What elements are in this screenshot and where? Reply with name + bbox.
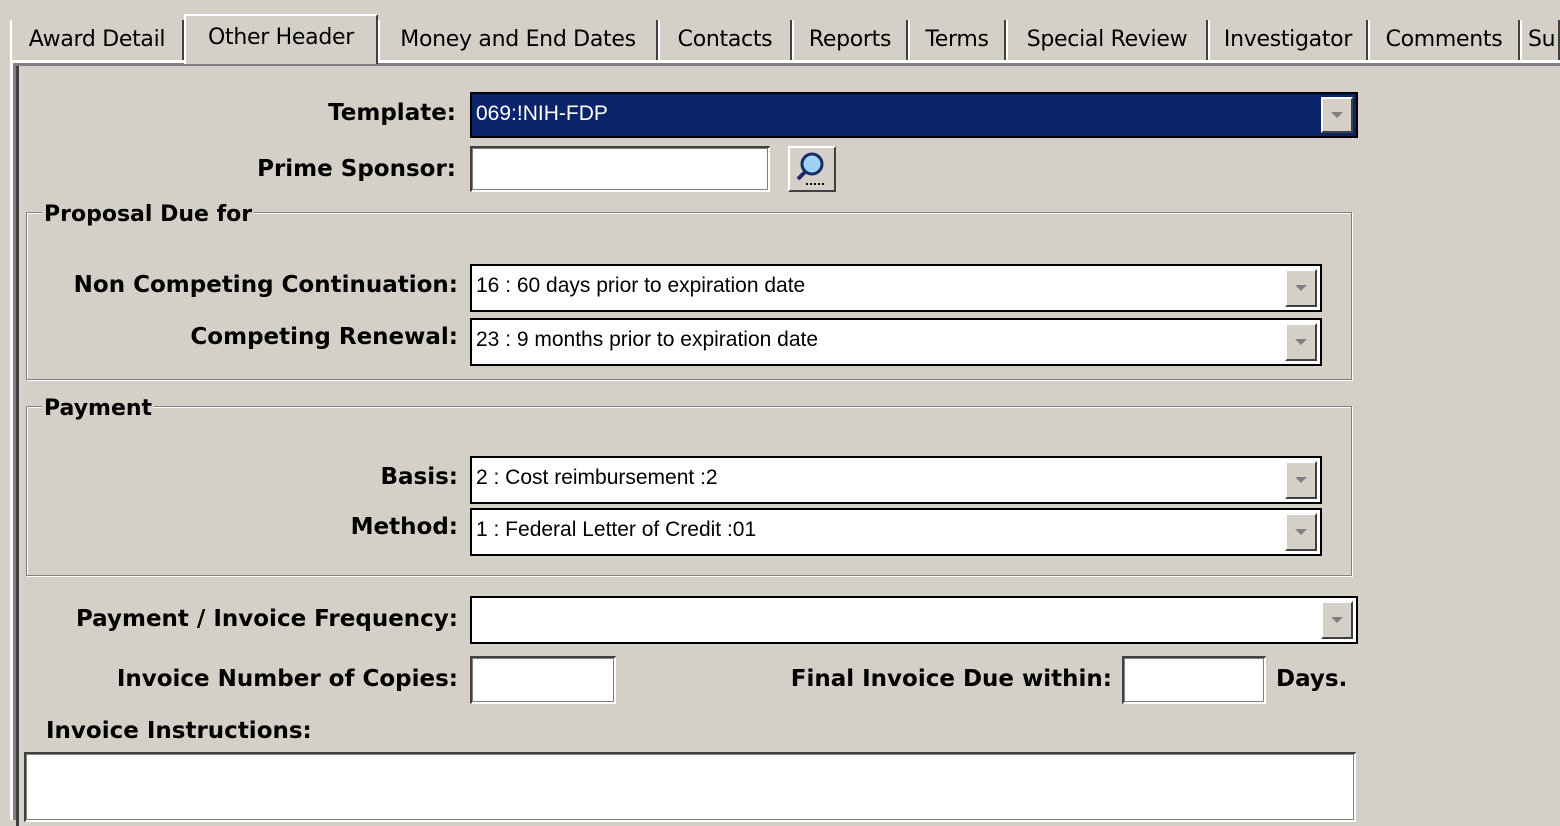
- competing-renewal-dropdown[interactable]: 23 : 9 months prior to expiration date: [470, 318, 1322, 366]
- chevron-down-icon[interactable]: [1285, 513, 1317, 551]
- basis-dropdown[interactable]: 2 : Cost reimbursement :2: [470, 456, 1322, 504]
- tab-special-review[interactable]: Special Review: [1006, 20, 1208, 60]
- non-competing-value: 16 : 60 days prior to expiration date: [476, 274, 806, 297]
- method-label: Method:: [350, 514, 458, 540]
- payment-group-title: Payment: [42, 396, 155, 421]
- basis-value: 2 : Cost reimbursement :2: [476, 466, 718, 489]
- template-label: Template:: [328, 100, 456, 126]
- non-competing-dropdown[interactable]: 16 : 60 days prior to expiration date: [470, 264, 1322, 312]
- method-value: 1 : Federal Letter of Credit :01: [476, 518, 757, 541]
- proposal-due-group-title: Proposal Due for: [42, 202, 255, 227]
- frequency-label: Payment / Invoice Frequency:: [75, 606, 458, 632]
- tab-other-header[interactable]: Other Header: [184, 14, 378, 64]
- chevron-down-icon[interactable]: [1285, 323, 1317, 361]
- chevron-down-icon[interactable]: [1285, 461, 1317, 499]
- chevron-down-icon[interactable]: [1285, 269, 1317, 307]
- template-value: 069:!NIH-FDP: [476, 102, 608, 125]
- final-invoice-label: Final Invoice Due within:: [790, 666, 1112, 692]
- chevron-down-icon[interactable]: [1321, 601, 1353, 639]
- prime-sponsor-label: Prime Sponsor:: [257, 156, 456, 182]
- tab-su[interactable]: Su: [1520, 20, 1560, 60]
- final-invoice-input[interactable]: [1122, 656, 1266, 704]
- instructions-label: Invoice Instructions:: [46, 718, 312, 744]
- chevron-down-icon[interactable]: [1321, 97, 1353, 133]
- tab-reports[interactable]: Reports: [792, 20, 908, 60]
- template-dropdown[interactable]: 069:!NIH-FDP: [470, 92, 1358, 138]
- method-dropdown[interactable]: 1 : Federal Letter of Credit :01: [470, 508, 1322, 556]
- competing-renewal-value: 23 : 9 months prior to expiration date: [476, 328, 819, 351]
- tab-terms[interactable]: Terms: [908, 20, 1006, 60]
- basis-label: Basis:: [380, 464, 458, 490]
- prime-sponsor-input[interactable]: [470, 146, 770, 192]
- instructions-textarea[interactable]: [24, 752, 1356, 822]
- copies-input[interactable]: [470, 656, 616, 704]
- tab-money-and-end-dates[interactable]: Money and End Dates: [378, 20, 658, 60]
- days-label: Days.: [1276, 666, 1348, 692]
- tab-contacts[interactable]: Contacts: [658, 20, 792, 60]
- competing-renewal-label: Competing Renewal:: [190, 324, 458, 350]
- prime-sponsor-lookup-button[interactable]: [788, 146, 836, 192]
- copies-label: Invoice Number of Copies:: [116, 666, 458, 692]
- tab-strip: Award Detail Other Header Money and End …: [10, 14, 1560, 64]
- tab-comments[interactable]: Comments: [1368, 20, 1520, 60]
- magnifier-icon: [796, 152, 824, 185]
- tab-investigator[interactable]: Investigator: [1208, 20, 1368, 60]
- non-competing-label: Non Competing Continuation:: [73, 272, 458, 298]
- frequency-dropdown[interactable]: [470, 596, 1358, 644]
- tab-award-detail[interactable]: Award Detail: [10, 20, 184, 60]
